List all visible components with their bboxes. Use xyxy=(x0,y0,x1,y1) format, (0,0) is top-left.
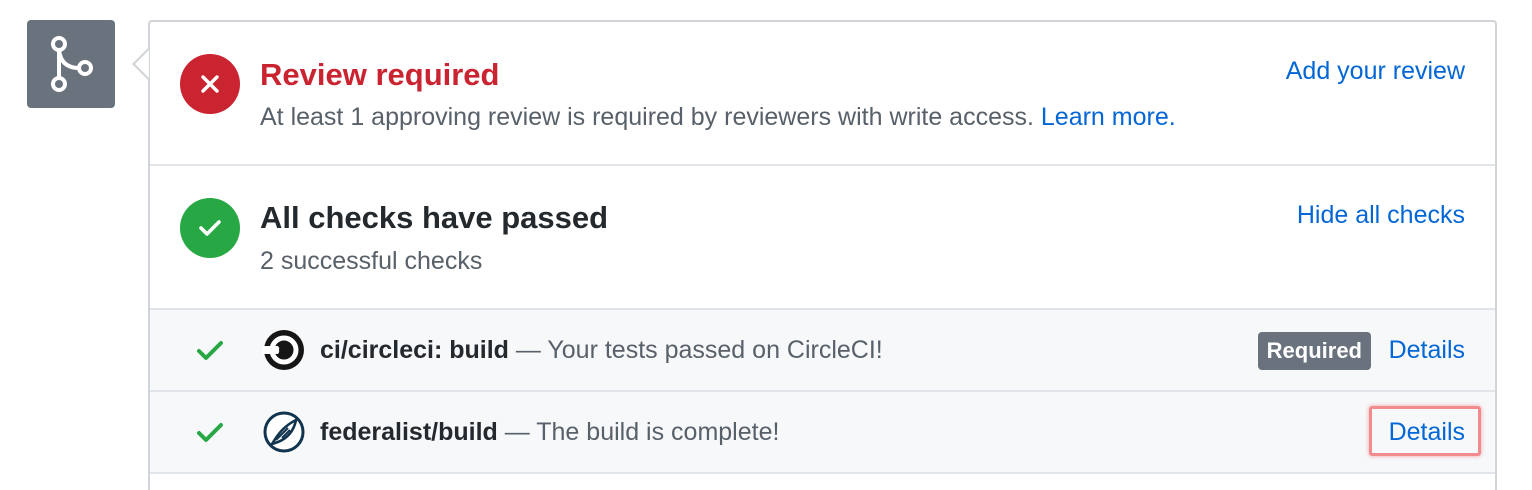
details-link[interactable]: Details xyxy=(1389,334,1465,366)
checks-subtitle: 2 successful checks xyxy=(260,247,483,275)
required-badge: Required xyxy=(1257,332,1371,370)
merge-status-panel: Review required At least 1 approving rev… xyxy=(148,20,1497,490)
panel-pointer-fill xyxy=(135,50,149,78)
check-row: ci/circleci: build — Your tests passed o… xyxy=(150,310,1495,392)
check-row-text: federalist/build — The build is complete… xyxy=(320,416,779,448)
check-context: federalist/build xyxy=(320,418,498,446)
check-row: federalist/build — The build is complete… xyxy=(150,392,1495,474)
learn-more-link[interactable]: Learn more. xyxy=(1041,103,1176,131)
check-description: — Your tests passed on CircleCI! xyxy=(515,336,883,364)
checks-status-circle xyxy=(180,198,240,258)
check-context: ci/circleci: build xyxy=(320,336,509,364)
add-your-review-link[interactable]: Add your review xyxy=(1286,56,1465,86)
circleci-logo-icon xyxy=(262,330,304,370)
review-section: Review required At least 1 approving rev… xyxy=(150,22,1495,166)
check-success-icon xyxy=(197,423,223,442)
check-row-text: ci/circleci: build — Your tests passed o… xyxy=(320,334,883,366)
federalist-logo-icon xyxy=(263,411,305,453)
review-subtitle: At least 1 approving review is required … xyxy=(260,102,1176,132)
checks-title: All checks have passed xyxy=(260,200,609,235)
review-title: Review required xyxy=(260,57,500,92)
check-success-icon xyxy=(197,341,223,360)
review-status-circle xyxy=(180,54,240,114)
git-merge-icon-tile xyxy=(27,20,115,108)
check-icon xyxy=(199,220,221,236)
git-merge-icon xyxy=(51,36,93,92)
details-link[interactable]: Details xyxy=(1389,416,1465,448)
hide-all-checks-link[interactable]: Hide all checks xyxy=(1297,200,1465,230)
merge-status-area: Review required At least 1 approving rev… xyxy=(0,0,1532,490)
check-description: — The build is complete! xyxy=(504,418,780,446)
review-subtitle-text: At least 1 approving review is required … xyxy=(260,103,1034,131)
x-icon xyxy=(201,75,219,93)
checks-section: All checks have passed 2 successful chec… xyxy=(150,166,1495,310)
